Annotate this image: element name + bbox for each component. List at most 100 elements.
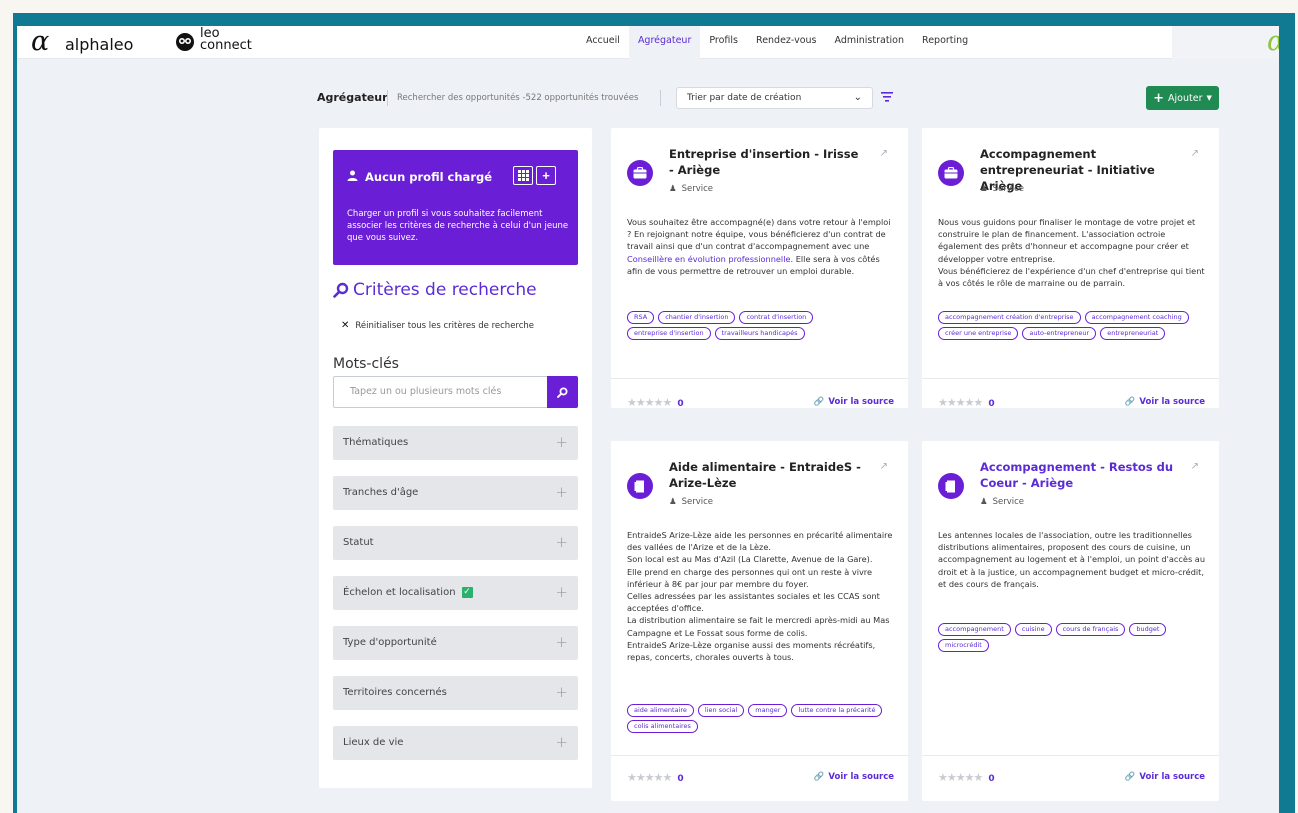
tag[interactable]: aide alimentaire <box>627 704 694 717</box>
tag[interactable]: RSA <box>627 311 655 324</box>
expand-icon[interactable]: ↗ <box>1191 461 1199 472</box>
rating-stars[interactable]: ★★★★★ 0 <box>938 771 995 784</box>
tag[interactable]: entreprise d'insertion <box>627 327 711 340</box>
expand-icon[interactable]: ↗ <box>880 148 888 159</box>
alphaleo-logo-symbol[interactable]: α <box>31 28 49 56</box>
sort-select[interactable]: Trier par date de création ⌄ <box>676 87 873 109</box>
filter-label-text: Tranches d'âge <box>343 487 419 498</box>
view-source-label: Voir la source <box>828 397 894 407</box>
rating-stars[interactable]: ★★★★★ 0 <box>938 396 995 409</box>
filter-tranches-age[interactable]: Tranches d'âge + <box>333 476 578 510</box>
nav-profils[interactable]: Profils <box>700 26 747 59</box>
view-source-link[interactable]: 🔗 Voir la source <box>1125 397 1205 407</box>
card-description: Nous vous guidons pour finaliser le mont… <box>938 217 1205 289</box>
add-button[interactable]: + Ajouter ▼ <box>1146 86 1219 110</box>
alphaleo-logo-text[interactable]: alphaleo <box>65 35 133 54</box>
filter-label: Type d'opportunité <box>343 637 437 648</box>
expand-icon[interactable]: ↗ <box>880 461 888 472</box>
top-navbar: α alphaleo leo connect Accueil Agrégateur… <box>17 26 1279 59</box>
view-source-label: Voir la source <box>1139 772 1205 782</box>
desc-link[interactable]: Conseillère en évolution professionnelle <box>627 254 791 264</box>
filter-icon[interactable] <box>881 90 893 104</box>
plus-icon: + <box>555 683 568 701</box>
filter-lieux-de-vie[interactable]: Lieux de vie + <box>333 726 578 760</box>
view-source-link[interactable]: 🔗 Voir la source <box>1125 772 1205 782</box>
filter-type-opportunite[interactable]: Type d'opportunité + <box>333 626 578 660</box>
view-source-link[interactable]: 🔗 Voir la source <box>814 397 894 407</box>
tag[interactable]: auto-entrepreneur <box>1022 327 1097 340</box>
opportunity-card[interactable]: Entreprise d'insertion - Irisse - Ariège… <box>611 128 908 409</box>
nav-accueil[interactable]: Accueil <box>577 26 629 59</box>
plus-icon: + <box>555 483 568 501</box>
tag[interactable]: cuisine <box>1014 623 1052 636</box>
nav-agregateur[interactable]: Agrégateur <box>628 26 701 59</box>
filter-statut[interactable]: Statut + <box>333 526 578 560</box>
filter-label: Tranches d'âge <box>343 487 418 498</box>
tag[interactable]: entrepreneuriat <box>1100 327 1166 340</box>
nav-rendez-vous[interactable]: Rendez-vous <box>747 26 825 59</box>
keywords-search-button[interactable] <box>547 376 578 408</box>
tag[interactable]: manger <box>748 704 788 717</box>
plus-icon: + <box>555 533 568 551</box>
tag[interactable]: lien social <box>697 704 745 717</box>
tag[interactable]: créer une entreprise <box>938 327 1019 340</box>
tag[interactable]: microcrédit <box>938 639 989 652</box>
rating-count: 0 <box>677 774 684 784</box>
filter-label-text: Territoires concernés <box>343 687 447 698</box>
profile-actions: + <box>513 166 556 185</box>
view-source-link[interactable]: 🔗 Voir la source <box>814 772 894 782</box>
user-menu-area[interactable] <box>1172 26 1279 59</box>
grid-icon <box>517 170 529 181</box>
tag[interactable]: travailleurs handicapés <box>714 327 805 340</box>
grid-button[interactable] <box>513 166 533 185</box>
filter-label-text: Lieux de vie <box>343 737 404 748</box>
criteria-heading: Critères de recherche <box>333 280 537 300</box>
leoconnect-logo-icon[interactable] <box>175 32 195 52</box>
card-title[interactable]: Accompagnement - Restos du Coeur - Arièg… <box>980 459 1175 491</box>
tag[interactable]: lutte contre la précarité <box>791 704 883 717</box>
divider <box>611 755 908 756</box>
results-summary: Rechercher des opportunités -522 opportu… <box>397 93 639 103</box>
opportunity-card[interactable]: Aide alimentaire - EntraideS - Arize-Lèz… <box>611 441 908 801</box>
link-icon: 🔗 <box>813 397 825 407</box>
tag[interactable]: chantier d'insertion <box>658 311 736 324</box>
leoconnect-logo-text[interactable]: leo connect <box>200 27 252 52</box>
opportunity-card[interactable]: Accompagnement - Restos du Coeur - Arièg… <box>922 441 1219 801</box>
plus-icon: + <box>555 583 568 601</box>
nav-administration[interactable]: Administration <box>826 26 914 59</box>
rating-stars[interactable]: ★★★★★ 0 <box>627 771 684 784</box>
opportunity-card[interactable]: Accompagnement entrepreneuriat - Initiat… <box>922 128 1219 409</box>
service-icon: ♟ <box>980 184 988 194</box>
nav-reporting[interactable]: Reporting <box>913 26 977 59</box>
divider <box>922 755 1219 756</box>
add-profile-button[interactable]: + <box>536 166 556 185</box>
tag[interactable]: contrat d'insertion <box>739 311 814 324</box>
reset-criteria-link[interactable]: ✕ Réinitialiser tous les critères de rec… <box>341 320 534 331</box>
tag[interactable]: accompagnement <box>938 623 1011 636</box>
tag[interactable]: budget <box>1129 623 1167 636</box>
card-title[interactable]: Aide alimentaire - EntraideS - Arize-Lèz… <box>669 459 864 491</box>
view-source-label: Voir la source <box>1139 397 1205 407</box>
keywords-input[interactable]: Tapez un ou plusieurs mots clés <box>333 376 547 408</box>
filter-label: Territoires concernés <box>343 687 447 698</box>
tag[interactable]: accompagnement création d'entreprise <box>938 311 1081 324</box>
card-title[interactable]: Entreprise d'insertion - Irisse - Ariège <box>669 146 864 178</box>
expand-icon[interactable]: ↗ <box>1191 148 1199 159</box>
filter-thematiques[interactable]: Thématiques + <box>333 426 578 460</box>
reset-label: Réinitialiser tous les critères de reche… <box>355 320 535 331</box>
card-type: ♟ Service <box>669 497 713 507</box>
profile-panel: Aucun profil chargé + Charger un profil … <box>333 150 578 265</box>
tag[interactable]: cours de français <box>1055 623 1126 636</box>
search-sidebar: Aucun profil chargé + Charger un profil … <box>319 128 592 788</box>
divider <box>660 90 661 106</box>
desc-text: Vous souhaitez être accompagné(e) dans v… <box>627 217 891 252</box>
card-type-label: Service <box>681 184 714 194</box>
filter-territoires[interactable]: Territoires concernés + <box>333 676 578 710</box>
filter-label: Thématiques <box>343 437 408 448</box>
card-type: ♟ Service <box>980 497 1024 507</box>
document-icon <box>627 473 653 499</box>
rating-stars[interactable]: ★★★★★ 0 <box>627 396 684 409</box>
filter-echelon-localisation[interactable]: Échelon et localisation ✓ + <box>333 576 578 610</box>
tag[interactable]: colis alimentaires <box>627 720 698 733</box>
tag[interactable]: accompagnement coaching <box>1084 311 1189 324</box>
